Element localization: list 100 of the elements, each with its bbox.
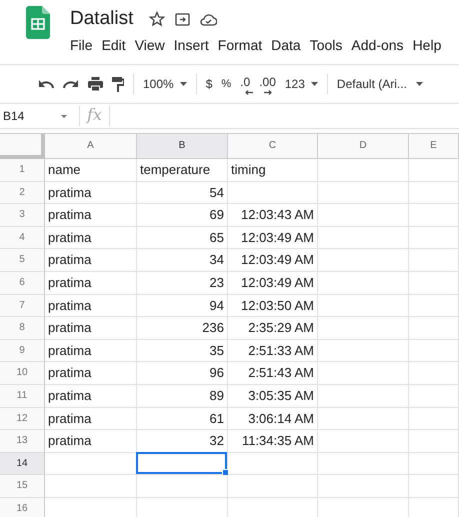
column-header[interactable]: B [137,134,228,159]
star-icon[interactable] [149,11,166,27]
print-icon[interactable] [88,77,103,91]
table-cell: timing [228,159,318,182]
column-header[interactable]: D [318,134,409,159]
left-arrow-icon [245,90,254,95]
corner-cell[interactable] [0,134,45,159]
document-title[interactable]: Datalist [70,8,134,30]
table-cell: 12:03:49 AM [228,272,318,295]
table-cell: name [45,159,137,182]
percent-button[interactable]: % [221,78,232,90]
menu-item[interactable]: Insert [174,37,209,53]
folder-icon[interactable] [175,12,190,26]
table-cell: pratima [45,362,137,385]
table-cell: 61 [137,408,228,430]
table-cell: 12:03:49 AM [228,249,318,272]
name-box[interactable]: B14 [0,106,80,126]
menu-item[interactable]: File [70,37,93,53]
row-header[interactable]: 10 [0,362,45,385]
table-cell: pratima [45,384,137,408]
right-arrow-icon [264,90,272,95]
sheets-logo-icon [26,6,50,39]
cloud-check-icon[interactable] [200,12,218,26]
column-header[interactable]: C [228,134,318,159]
table-cell [409,159,459,182]
menu-item[interactable]: Help [412,37,442,53]
caret-icon [416,82,423,86]
row-header[interactable]: 13 [0,430,45,453]
table-cell: pratima [45,408,137,430]
table-cell [409,294,459,318]
function-label: fx [80,106,110,126]
zoom-dropdown[interactable]: 100% [143,77,187,91]
table-cell: pratima [45,182,137,204]
table-cell: pratima [45,340,137,362]
row-header[interactable]: 14 [0,452,45,476]
table-cell: pratima [45,249,137,272]
row-header[interactable]: 3 [0,204,45,227]
table-cell: pratima [45,430,137,453]
row-header[interactable]: 12 [0,408,45,430]
table-cell [409,182,459,204]
table-cell: 2:51:33 AM [228,340,318,362]
row-header[interactable]: 9 [0,340,45,362]
decrease-decimals-button[interactable]: .0 [240,75,250,93]
table-cell [409,272,459,295]
table-cell [409,430,459,453]
table-cell: 65 [137,226,228,250]
table-cell [409,384,459,408]
table-cell: 23 [137,272,228,295]
menu-item[interactable]: Add-ons [351,37,404,53]
row-header[interactable]: 8 [0,317,45,340]
table-cell: 3:05:35 AM [228,384,318,408]
increase-decimals-button[interactable]: .00 [259,75,276,93]
undo-icon[interactable] [38,79,54,89]
table-cell [409,452,459,476]
table-cell: 12:03:43 AM [228,204,318,227]
table-cell: pratima [45,317,137,340]
menu-item[interactable]: View [134,37,165,53]
row-header[interactable]: 2 [0,182,45,204]
row-header[interactable]: 15 [0,475,45,498]
table-cell [409,408,459,430]
table-cell [409,204,459,227]
table-cell [409,317,459,340]
table-cell: 96 [137,362,228,385]
caret-icon [180,82,187,86]
table-cell: 2:35:29 AM [228,317,318,340]
caret-icon [61,114,67,118]
table-cell: 2:51:43 AM [228,362,318,385]
table-cell: 54 [137,182,228,204]
menu-item[interactable]: Tools [310,37,342,53]
menu-item[interactable]: Edit [102,37,126,53]
table-cell: pratima [45,294,137,318]
column-header[interactable]: A [45,134,137,159]
table-cell: 35 [137,340,228,362]
table-cell [409,475,459,498]
row-header[interactable]: 5 [0,249,45,272]
row-header[interactable]: 1 [0,159,45,182]
table-cell [409,362,459,385]
menu-item[interactable]: Data [271,37,301,53]
table-cell: 69 [137,204,228,227]
column-header[interactable]: E [409,134,459,159]
table-cell: 89 [137,384,228,408]
number-format-dropdown[interactable]: 123 [284,77,318,91]
font-dropdown[interactable]: Default (Ari... [336,77,423,91]
table-cell: 34 [137,249,228,272]
table-cell: 94 [137,294,228,318]
row-header[interactable]: 11 [0,384,45,408]
table-cell: 32 [137,430,228,453]
redo-icon[interactable] [63,79,79,89]
row-header[interactable]: 4 [0,226,45,250]
row-header[interactable]: 7 [0,294,45,318]
table-cell [409,249,459,272]
menu-item[interactable]: Format [218,37,262,53]
row-header[interactable]: 6 [0,272,45,295]
row-header[interactable]: 16 [0,498,45,517]
table-cell: 236 [137,317,228,340]
paint-format-icon[interactable] [112,76,124,92]
table-cell: 11:34:35 AM [228,430,318,453]
currency-button[interactable]: $ [206,77,212,91]
table-cell: pratima [45,204,137,227]
table-cell: pratima [45,272,137,295]
